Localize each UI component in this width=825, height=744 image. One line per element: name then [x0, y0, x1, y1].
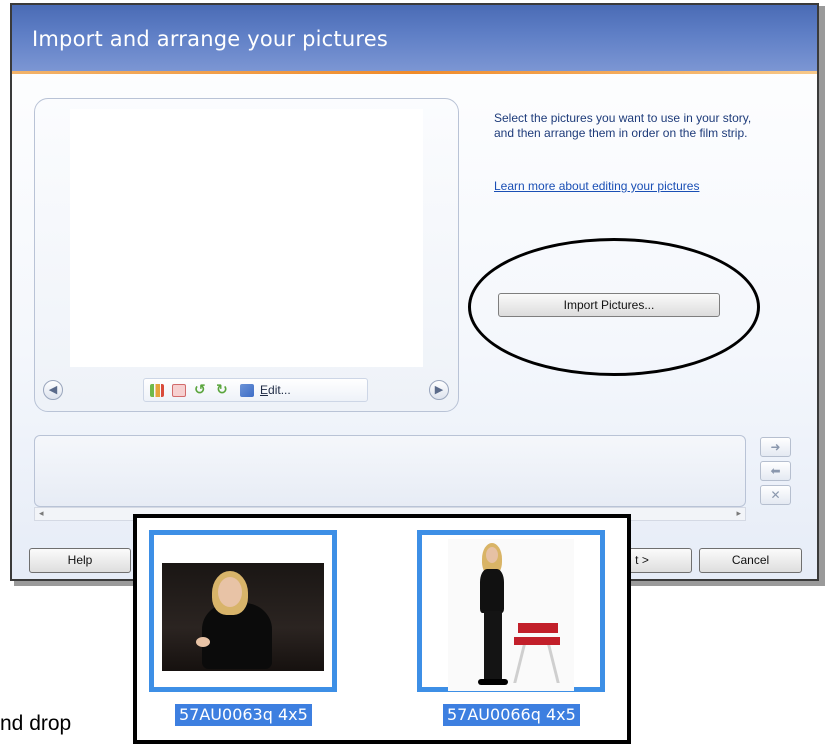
- thumbnail-callout: 57AU0063q 4x5 57AU0066q 4x5: [133, 514, 631, 744]
- background-caption-text: nd drop: [0, 712, 72, 735]
- thumbnail-2[interactable]: [417, 530, 605, 692]
- instructions-text: Select the pictures you want to use in y…: [494, 111, 752, 140]
- previous-picture-icon[interactable]: ◀: [43, 380, 63, 400]
- wizard-window: Import and arrange your pictures ◀ ↺ ↻ E…: [10, 3, 819, 581]
- move-left-icon[interactable]: ⬅: [760, 461, 791, 481]
- remove-picture-icon[interactable]: ✕: [760, 485, 791, 505]
- edit-toolbar: ↺ ↻ Edit...: [143, 378, 368, 402]
- import-pictures-button[interactable]: Import Pictures...: [498, 293, 720, 317]
- title-accent-line: [12, 71, 817, 74]
- window-title: Import and arrange your pictures: [32, 27, 389, 51]
- edit-picture-icon[interactable]: [240, 384, 254, 397]
- photo-woman-on-sofa: [162, 563, 324, 671]
- thumbnail-2-label[interactable]: 57AU0066q 4x5: [443, 704, 580, 726]
- film-strip[interactable]: [34, 435, 746, 507]
- red-eye-icon[interactable]: [172, 384, 186, 397]
- picture-preview-canvas: [70, 109, 423, 367]
- photo-woman-standing: [448, 539, 574, 691]
- title-bar: Import and arrange your pictures: [12, 5, 817, 71]
- scroll-right-icon[interactable]: ▸: [736, 508, 741, 520]
- cancel-button[interactable]: Cancel: [699, 548, 802, 573]
- auto-adjust-icon[interactable]: [150, 384, 164, 397]
- help-button[interactable]: Help: [29, 548, 131, 573]
- learn-more-link[interactable]: Learn more about editing your pictures: [494, 179, 699, 193]
- edit-button[interactable]: Edit...: [260, 383, 291, 397]
- rotate-right-icon[interactable]: ↻: [216, 383, 230, 397]
- picture-preview-frame: ◀ ↺ ↻ Edit... ▶: [34, 98, 459, 412]
- move-right-icon[interactable]: ➜: [760, 437, 791, 457]
- next-picture-icon[interactable]: ▶: [429, 380, 449, 400]
- scroll-left-icon[interactable]: ◂: [39, 508, 44, 520]
- thumbnail-1-label[interactable]: 57AU0063q 4x5: [175, 704, 312, 726]
- rotate-left-icon[interactable]: ↺: [194, 383, 208, 397]
- thumbnail-1[interactable]: [149, 530, 337, 692]
